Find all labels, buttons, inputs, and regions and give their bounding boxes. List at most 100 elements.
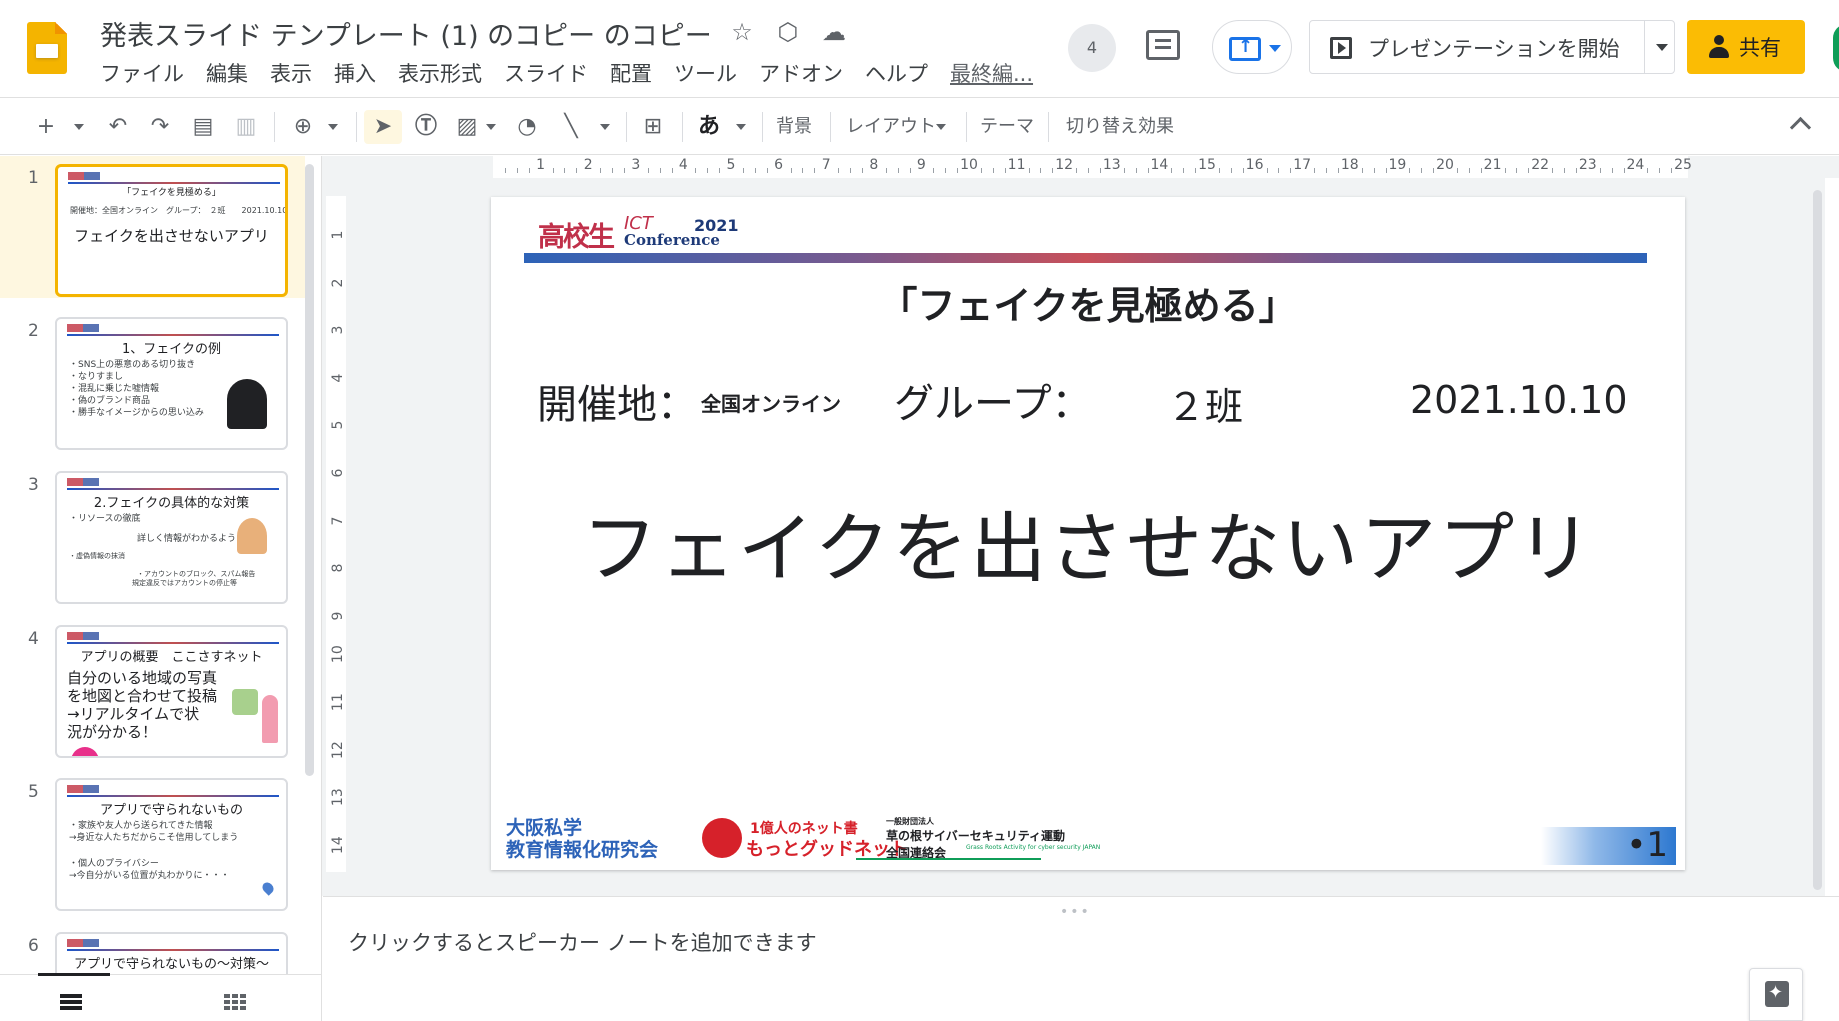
document-title[interactable]: 発表スライド テンプレート (1) のコピー のコピー: [100, 14, 712, 53]
slide-title[interactable]: 「フェイクを見極める」: [491, 275, 1685, 330]
ruler-tick: [707, 168, 709, 173]
current-slide[interactable]: 高校生 ICT Conference 2021 「フェイクを見極める」 開催地：…: [491, 197, 1685, 870]
menu-slide[interactable]: スライド: [504, 58, 588, 88]
filmstrip-slide-1[interactable]: 1 「フェイクを見極める」 開催地：全国オンライン グループ： ２班 2021.…: [0, 156, 305, 298]
input-tools-chevron-icon[interactable]: [734, 110, 748, 144]
menu-help[interactable]: ヘルプ: [865, 58, 928, 88]
ruler-number: 4: [678, 157, 688, 173]
group-label[interactable]: グループ：: [894, 371, 1092, 429]
line-chevron-icon[interactable]: [598, 110, 612, 144]
paint-format-icon[interactable]: ▥: [232, 110, 260, 144]
ruler-tick: [612, 168, 613, 173]
ruler-tick: [1123, 168, 1125, 173]
menu-view[interactable]: 表示: [270, 58, 312, 88]
page-number: •1: [1626, 825, 1668, 865]
filmstrip-scrollbar[interactable]: [305, 164, 314, 776]
ruler-tick: [1040, 168, 1042, 173]
menu-format[interactable]: 表示形式: [398, 58, 482, 88]
speaker-notes-placeholder[interactable]: クリックするとスピーカー ノートを追加できます: [348, 927, 817, 957]
last-edit-link[interactable]: 最終編...: [950, 58, 1033, 88]
explore-button[interactable]: [1749, 968, 1803, 1021]
star-icon[interactable]: ☆: [728, 18, 756, 46]
slide-thumbnail[interactable]: アプリの概要 ここさすネット 自分のいる地域の写真 を地図と合わせて投稿 →リア…: [55, 625, 288, 758]
cloud-status-icon[interactable]: ☁: [820, 18, 848, 46]
print-icon[interactable]: ▤: [188, 110, 218, 144]
ruler-tick: [1671, 168, 1673, 173]
conference-logo: 高校生 ICT Conference 2021: [538, 213, 739, 253]
slide-thumbnail[interactable]: 「フェイクを見極める」 開催地：全国オンライン グループ： ２班 2021.10…: [55, 164, 288, 297]
app-name-heading[interactable]: フェイクを出させないアプリ: [491, 487, 1685, 597]
filmstrip-view-icon[interactable]: [60, 994, 82, 1010]
ruler-number: 9: [916, 157, 926, 173]
menu-file[interactable]: ファイル: [100, 58, 184, 88]
canvas-scrollbar[interactable]: [1813, 190, 1822, 890]
add-comment-icon[interactable]: ⊞: [638, 110, 668, 144]
ruler-tick: [1171, 168, 1173, 173]
start-presentation-button[interactable]: プレゼンテーションを開始: [1309, 20, 1675, 74]
move-to-drive-icon[interactable]: ⬡: [774, 18, 802, 46]
menu-tools[interactable]: ツール: [674, 58, 737, 88]
vertical-ruler[interactable]: 1 2 3 4 5 6 7 8 9 10 11 12 13 14: [326, 196, 348, 872]
filmstrip-slide-4[interactable]: 4 アプリの概要 ここさすネット 自分のいる地域の写真 を地図と合わせて投稿 →…: [0, 617, 305, 759]
new-slide-layout-chevron-icon[interactable]: [72, 110, 86, 144]
filmstrip-slide-2[interactable]: 2 1、フェイクの例 ・SNS上の悪意のある切り抜き ・なりすまし ・混乱に乗じ…: [0, 309, 305, 451]
text-input-tools-icon[interactable]: あ: [694, 110, 724, 144]
ruler-number: 13: [330, 788, 346, 807]
slide-thumbnail[interactable]: 2.フェイクの具体的な対策 ・リソースの徹底 詳しく情報がわかるように！ ・虚偽…: [55, 471, 288, 604]
zoom-icon[interactable]: ⊕: [288, 110, 318, 144]
share-button[interactable]: 共有: [1687, 20, 1805, 74]
layout-button[interactable]: レイアウト: [846, 110, 946, 144]
comment-history-icon[interactable]: [1146, 30, 1180, 60]
slide-thumbnail[interactable]: アプリで守られないもの ・家族や友人から送られてきた情報 →身近な人たちだからこ…: [55, 778, 288, 911]
image-icon[interactable]: ▨: [452, 110, 482, 144]
ruler-number: 9: [330, 611, 346, 621]
ruler-tick: [528, 168, 530, 173]
line-icon[interactable]: ╲: [556, 110, 586, 144]
filmstrip-slide-3[interactable]: 3 2.フェイクの具体的な対策 ・リソースの徹底 詳しく情報がわかるように！ ・…: [0, 463, 305, 605]
share-label: 共有: [1739, 36, 1781, 60]
hide-menus-chevron-up-icon[interactable]: [1791, 114, 1811, 134]
transition-button[interactable]: 切り替え効果: [1066, 110, 1174, 144]
ruler-tick: [1373, 168, 1375, 173]
image-chevron-icon[interactable]: [484, 110, 498, 144]
notes-resize-handle[interactable]: •••: [1060, 904, 1091, 920]
menu-arrange[interactable]: 配置: [610, 58, 652, 88]
slide-thumbnail[interactable]: 1、フェイクの例 ・SNS上の悪意のある切り抜き ・なりすまし ・混乱に乗じた嘘…: [55, 317, 288, 450]
map-illustration: [232, 689, 258, 715]
ruler-tick: [659, 168, 661, 173]
slide-number: 1: [28, 168, 39, 188]
zoom-chevron-icon[interactable]: [326, 110, 340, 144]
ruler-number: 13: [1102, 157, 1121, 173]
redo-icon[interactable]: ↷: [146, 110, 174, 144]
ruler-tick: [1456, 168, 1458, 173]
presentation-options-chevron-icon[interactable]: [1656, 44, 1668, 51]
menu-edit[interactable]: 編集: [206, 58, 248, 88]
undo-icon[interactable]: ↶: [104, 110, 132, 144]
text-box-icon[interactable]: Ⓣ: [410, 110, 442, 144]
presentation-date[interactable]: 2021.10.10: [1410, 378, 1628, 422]
ruler-tick: [600, 168, 602, 173]
filmstrip-slide-5[interactable]: 5 アプリで守られないもの ・家族や友人から送られてきた情報 →身近な人たちだか…: [0, 770, 305, 912]
group-value[interactable]: ２班: [1167, 376, 1243, 431]
grid-view-icon[interactable]: [224, 994, 246, 1010]
ruler-number: 10: [330, 645, 346, 664]
theme-button[interactable]: テーマ: [980, 110, 1034, 144]
background-button[interactable]: 背景: [776, 110, 812, 144]
menu-insert[interactable]: 挿入: [334, 58, 376, 88]
menu-addons[interactable]: アドオン: [759, 58, 843, 88]
layout-label: レイアウト: [846, 116, 936, 137]
shape-icon[interactable]: ◔: [512, 110, 542, 144]
ruler-tick: [754, 168, 756, 173]
collaborator-count-avatar[interactable]: 4: [1068, 24, 1116, 72]
present-to-meeting-button[interactable]: [1212, 20, 1292, 74]
horizontal-ruler[interactable]: 1 2 3 4 5 6 7 8 9 10 11 12 13 14 15 16 17 18 19 20 21 22 23 24 2…: [493, 156, 1692, 178]
venue-value[interactable]: 全国オンライン: [701, 388, 841, 417]
ruler-tick: [1504, 168, 1506, 173]
new-slide-plus-icon[interactable]: +: [34, 110, 58, 144]
select-cursor-icon[interactable]: ➤: [364, 110, 402, 144]
ruler-tick: [909, 168, 911, 173]
ruler-number: 14: [330, 836, 346, 854]
venue-label[interactable]: 開催地：: [537, 372, 697, 430]
slides-logo-icon[interactable]: [27, 22, 67, 74]
user-avatar[interactable]: [1833, 24, 1839, 72]
